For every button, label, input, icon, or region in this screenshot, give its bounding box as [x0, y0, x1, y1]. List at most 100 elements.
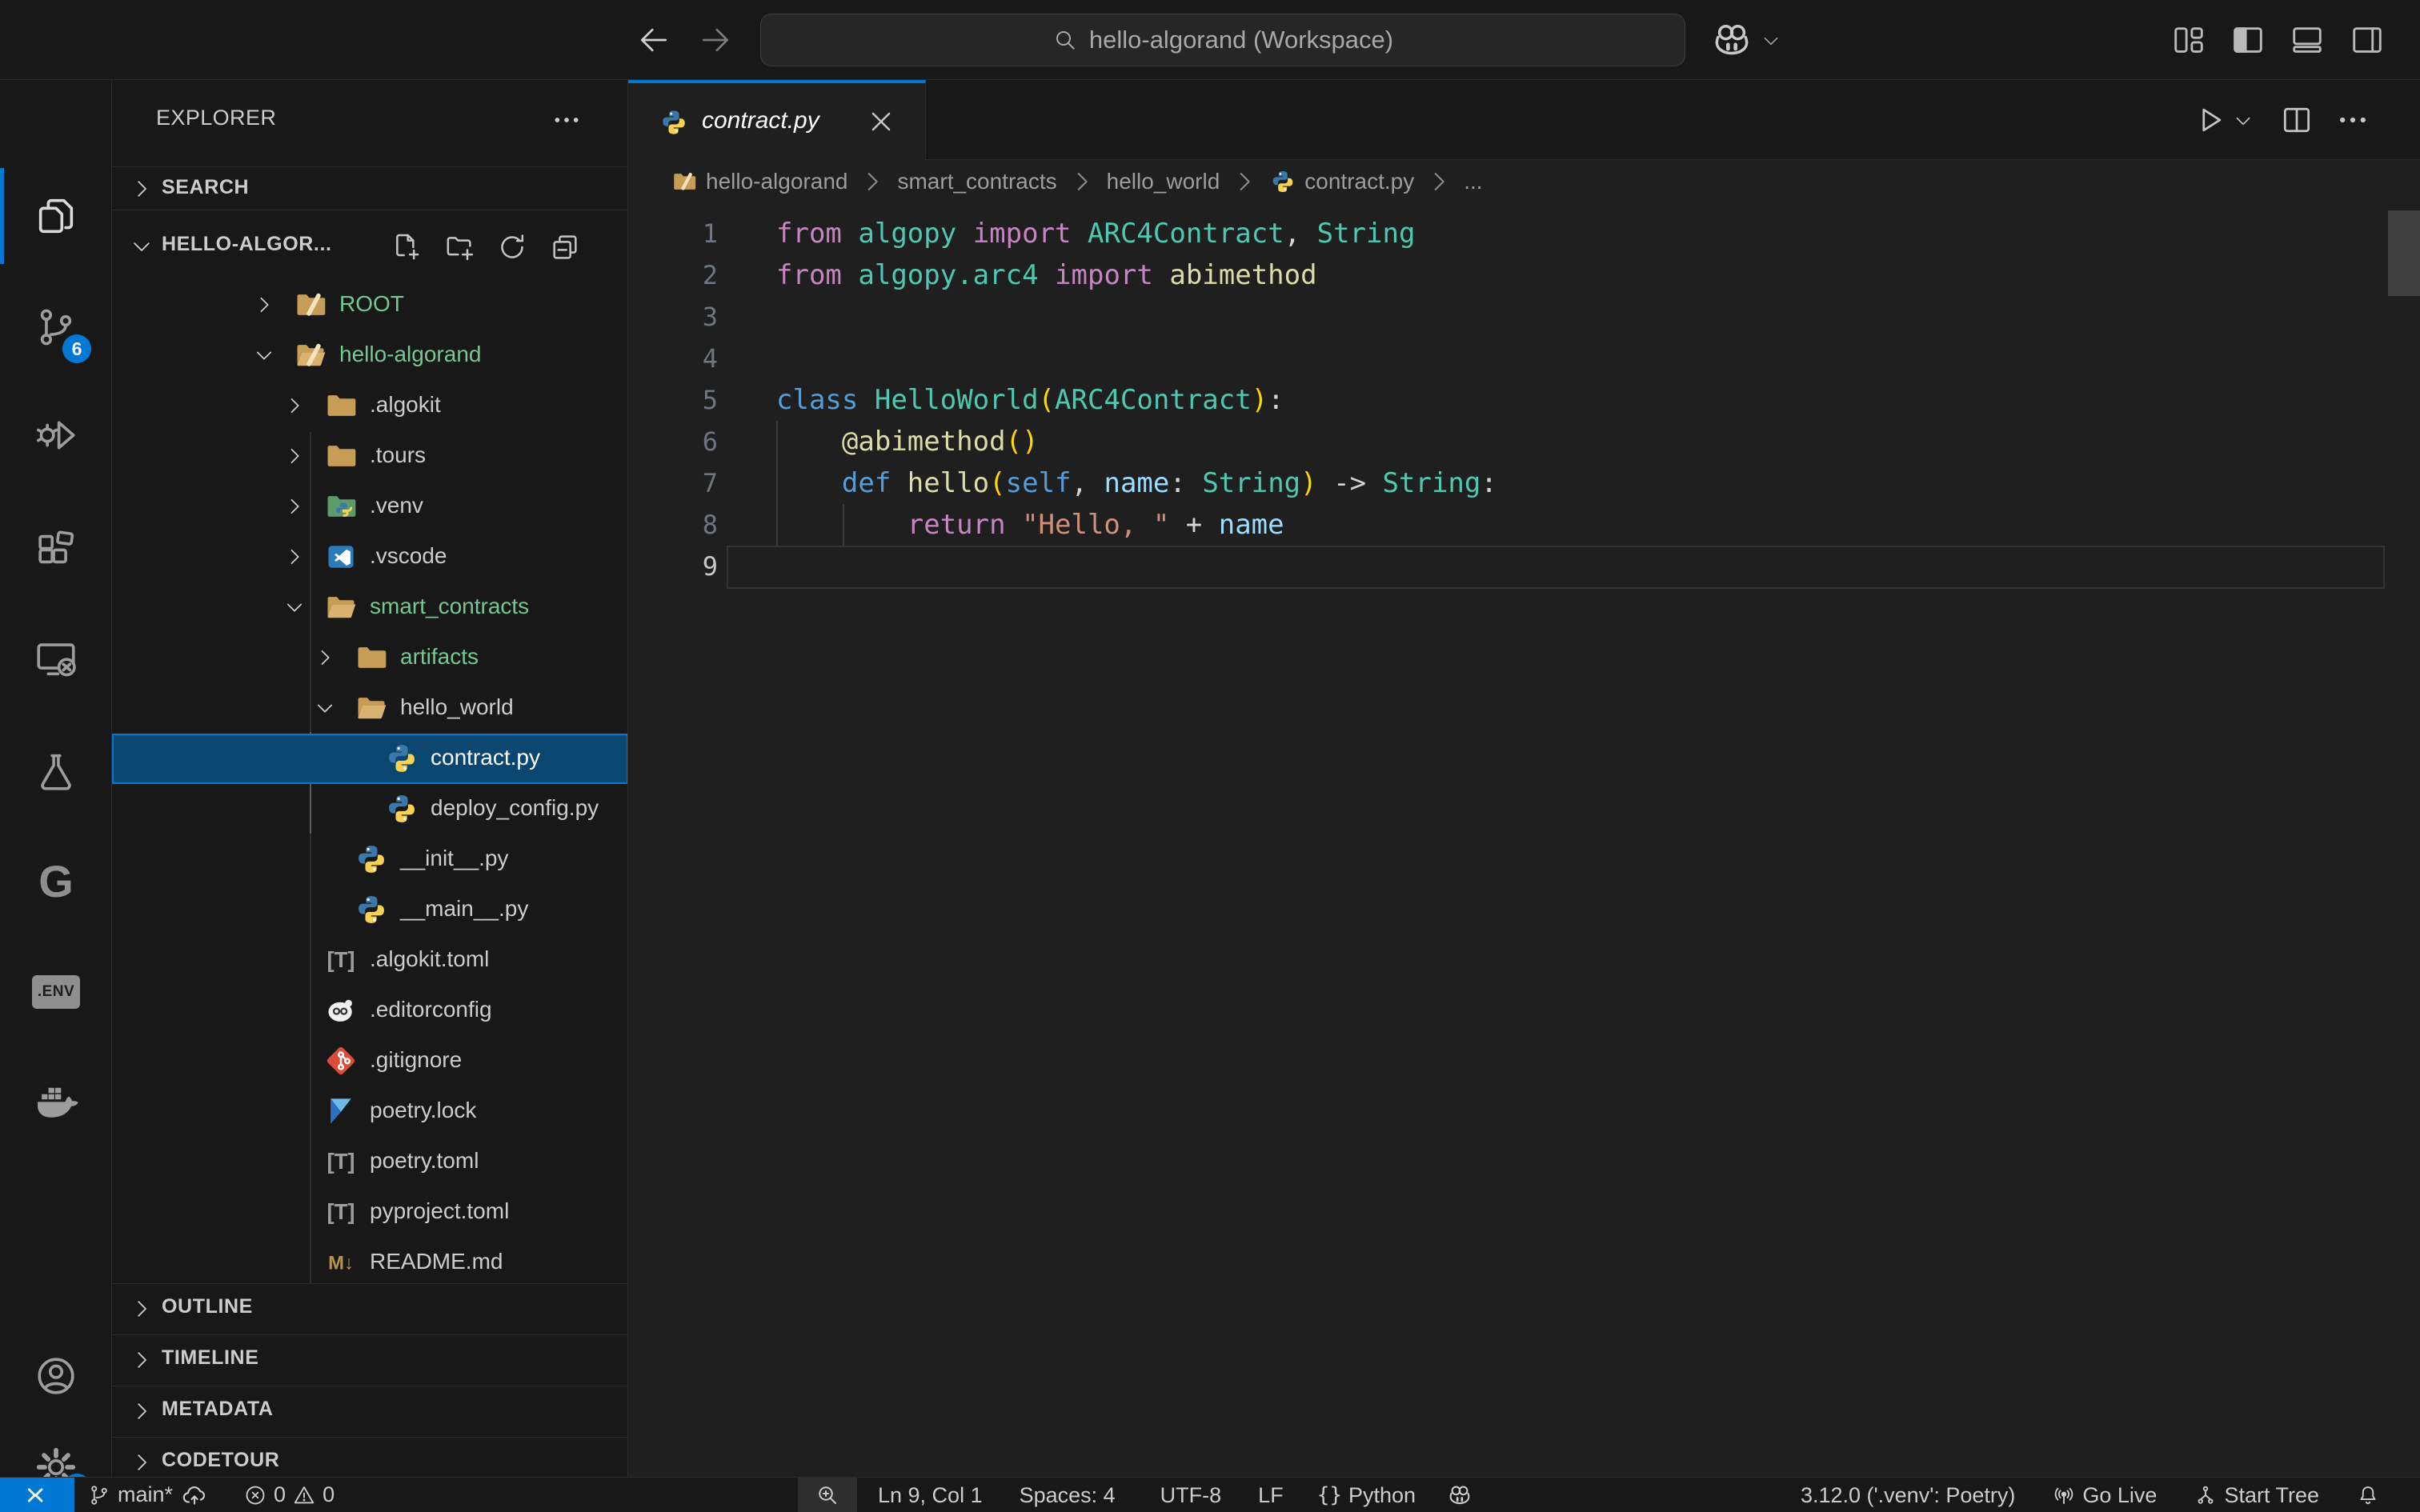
tree-item-hello-algorand[interactable]: hello-algorand [112, 330, 628, 381]
tree-item-deploy_config.py[interactable]: deploy_config.py [112, 784, 628, 834]
tree-item-label: .editorconfig [370, 997, 492, 1022]
dotenv-view-icon[interactable]: .ENV [0, 944, 112, 1040]
tree-item-poetry.toml[interactable]: [T]poetry.toml [112, 1137, 628, 1187]
tree-item-.algokit[interactable]: .algokit [112, 381, 628, 431]
zoom-indicator[interactable] [798, 1478, 857, 1512]
code-line-3[interactable]: 3 [628, 296, 2420, 338]
editor-more-actions-icon[interactable] [2335, 102, 2370, 138]
chevron-down-icon[interactable] [1761, 30, 1781, 51]
tree-item-contract.py[interactable]: contract.py [112, 734, 628, 784]
toggle-panel-icon[interactable] [2289, 22, 2326, 58]
code-line-4[interactable]: 4 [628, 338, 2420, 379]
notifications-item[interactable] [2356, 1483, 2380, 1507]
section-codetour[interactable]: CODETOUR [112, 1437, 628, 1477]
cursor-position-item[interactable]: Ln 9, Col 1 [878, 1483, 983, 1508]
section-outline[interactable]: OUTLINE [112, 1283, 628, 1334]
indent-guide [843, 504, 844, 546]
file-tree: ROOThello-algorand.algokit.tours.venv.vs… [112, 280, 628, 1283]
tree-item-smart_contracts[interactable]: smart_contracts [112, 582, 628, 633]
code-line-2[interactable]: 2 from algopy.arc4 import abimethod [628, 254, 2420, 296]
back-arrow-icon[interactable] [636, 22, 671, 58]
go-live-item[interactable]: Go Live [2052, 1483, 2157, 1508]
start-tree-item[interactable]: Start Tree [2194, 1483, 2319, 1508]
line-number: 2 [628, 254, 718, 296]
new-file-icon[interactable] [391, 231, 423, 263]
indentation-item[interactable]: Spaces: 4 [1020, 1483, 1116, 1508]
more-actions-icon[interactable] [551, 104, 583, 136]
new-folder-icon[interactable] [443, 231, 475, 263]
docker-view-icon[interactable] [0, 1052, 112, 1148]
tree-item-poetry.lock[interactable]: poetry.lock [112, 1086, 628, 1137]
python-interpreter-item[interactable]: 3.12.0 ('.venv': Poetry) [1801, 1483, 2015, 1508]
breadcrumb-smartcontracts[interactable]: smart_contracts [897, 169, 1056, 194]
line-number: 6 [628, 421, 718, 462]
close-icon[interactable] [865, 106, 897, 138]
breadcrumb-helloworld[interactable]: hello_world [1107, 169, 1220, 194]
tree-item-.editorconfig[interactable]: .editorconfig [112, 986, 628, 1036]
code-line-1[interactable]: 1from algopy import ARC4Contract, String [628, 213, 2420, 254]
code-line-5[interactable]: 5class HelloWorld(ARC4Contract): [628, 379, 2420, 421]
tree-item-.venv[interactable]: .venv [112, 482, 628, 532]
tree-item-ROOT[interactable]: ROOT [112, 280, 628, 330]
activity-bar: 6 G .ENV 1 [0, 80, 112, 1477]
chevron-down-icon [314, 697, 336, 719]
testing-view-icon[interactable] [0, 723, 112, 819]
copilot-icon[interactable] [1709, 18, 1754, 62]
tree-item-README.md[interactable]: M↓README.md [112, 1238, 628, 1283]
accounts-icon[interactable] [0, 1328, 112, 1424]
extensions-view-icon[interactable] [0, 501, 112, 597]
run-dropdown-chevron-icon[interactable] [2233, 110, 2254, 131]
problems-item[interactable]: 0 0 [243, 1482, 335, 1507]
python-icon [354, 842, 389, 877]
code-text: from algopy.arc4 import abimethod [776, 254, 1317, 296]
git-branch-item[interactable]: main* [87, 1482, 173, 1507]
code-line-7[interactable]: 7 def hello(self, name: String) -> Strin… [628, 462, 2420, 504]
tree-item-__main__.py[interactable]: __main__.py [112, 885, 628, 935]
tab-strip: contract.py [628, 80, 2420, 160]
forward-arrow-icon[interactable] [698, 22, 733, 58]
customize-layout-icon[interactable] [2170, 22, 2207, 58]
section-metadata[interactable]: METADATA [112, 1386, 628, 1437]
remote-explorer-view-icon[interactable] [0, 610, 112, 706]
code-text: class HelloWorld(ARC4Contract): [776, 379, 1284, 421]
language-mode-item[interactable]: {} Python [1317, 1483, 1416, 1508]
toggle-sidebar-icon[interactable] [2230, 22, 2266, 58]
code-line-6[interactable]: 6 @abimethod() [628, 421, 2420, 462]
source-control-view-icon[interactable] [0, 279, 112, 375]
refresh-icon[interactable] [496, 231, 528, 263]
remote-indicator[interactable] [0, 1478, 74, 1512]
tree-item-.algokit.toml[interactable]: [T].algokit.toml [112, 935, 628, 986]
collapse-all-icon[interactable] [549, 231, 581, 263]
tree-item-hello_world[interactable]: hello_world [112, 683, 628, 734]
toggle-secondary-sidebar-icon[interactable] [2349, 22, 2386, 58]
tree-item-artifacts[interactable]: artifacts [112, 633, 628, 683]
eol-item[interactable]: LF [1258, 1483, 1284, 1508]
tree-item-.gitignore[interactable]: .gitignore [112, 1036, 628, 1086]
breadcrumb-contractpy[interactable]: contract.py [1269, 168, 1414, 195]
run-debug-view-icon[interactable] [0, 387, 112, 483]
tree-item-.tours[interactable]: .tours [112, 431, 628, 482]
code-line-8[interactable]: 8 return "Hello, " + name [628, 504, 2420, 546]
error-icon [243, 1483, 267, 1507]
tree-item-__init__.py[interactable]: __init__.py [112, 834, 628, 885]
tab-contract-py[interactable]: contract.py [628, 80, 926, 160]
section-timeline[interactable]: TIMELINE [112, 1334, 628, 1386]
algokit-view-icon[interactable]: G [0, 833, 112, 929]
encoding-item[interactable]: UTF-8 [1160, 1483, 1222, 1508]
tree-item-.vscode[interactable]: .vscode [112, 532, 628, 582]
split-editor-icon[interactable] [2279, 102, 2314, 138]
section-workspace[interactable]: HELLO-ALGOR... [112, 210, 628, 280]
scrollbar-thumb[interactable] [2388, 210, 2420, 296]
run-button-icon[interactable] [2193, 102, 2228, 138]
section-search[interactable]: SEARCH [112, 166, 628, 210]
root-folder-icon [293, 287, 328, 322]
breadcrumb-hello-algorand[interactable]: hello-algorand [671, 168, 847, 195]
copilot-status-item[interactable] [1446, 1482, 1473, 1509]
sync-changes-item[interactable] [181, 1482, 208, 1509]
title-bar: hello-algorand (Workspace) [0, 0, 2420, 80]
explorer-view-icon[interactable] [0, 168, 112, 264]
tree-item-pyproject.toml[interactable]: [T]pyproject.toml [112, 1187, 628, 1238]
code-editor[interactable]: 98 return "Hello, " + name7 def hello(se… [628, 202, 2420, 1477]
command-center-search[interactable]: hello-algorand (Workspace) [760, 14, 1685, 66]
breadcrumb-[interactable]: ... [1464, 169, 1482, 194]
